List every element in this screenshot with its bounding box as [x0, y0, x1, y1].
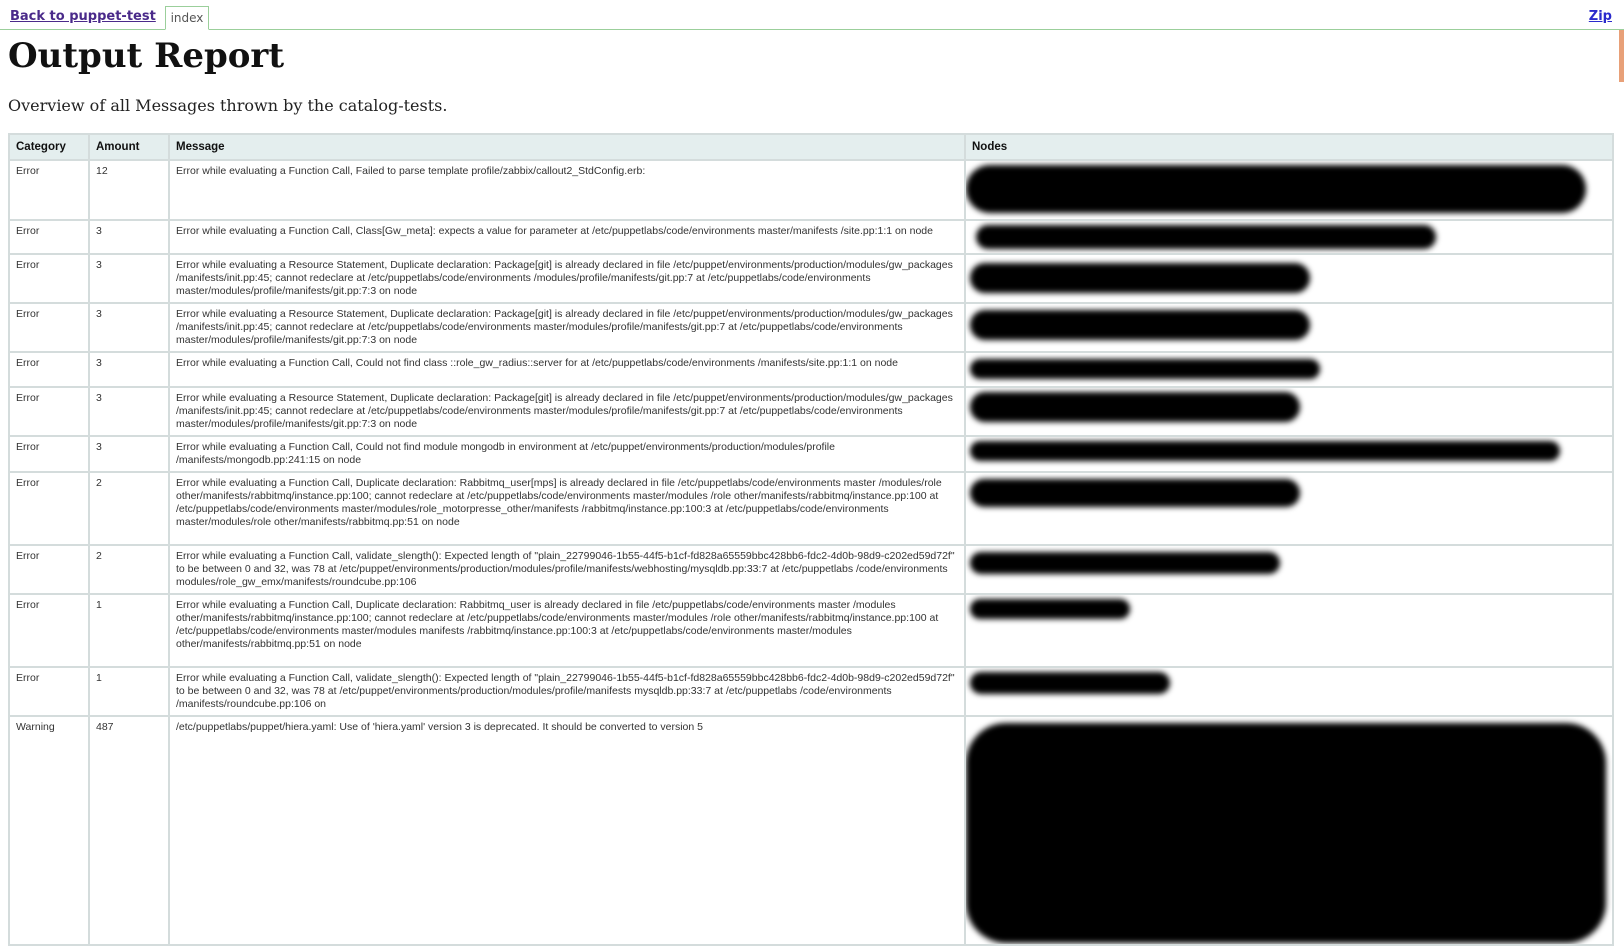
row-message: Error while evaluating a Function Call, …: [168, 666, 966, 717]
table-row: Error 3 Error while evaluating a Functio…: [8, 435, 1614, 473]
row-nodes: [964, 253, 1614, 304]
header-category: Category: [8, 133, 90, 161]
table-row: Warning 487 /etc/puppetlabs/puppet/hiera…: [8, 715, 1614, 946]
row-message: Error while evaluating a Function Call, …: [168, 593, 966, 668]
row-amount: 487: [88, 715, 170, 946]
row-amount: 3: [88, 386, 170, 437]
row-category: Error: [8, 544, 90, 595]
row-nodes: [964, 471, 1614, 546]
row-message: Error while evaluating a Function Call, …: [168, 159, 966, 221]
redaction-mark: [970, 672, 1170, 694]
table-row: Error 3 Error while evaluating a Resourc…: [8, 386, 1614, 437]
row-nodes: [964, 219, 1614, 255]
row-message: /etc/puppetlabs/puppet/hiera.yaml: Use o…: [168, 715, 966, 946]
table-row: Error 2 Error while evaluating a Functio…: [8, 544, 1614, 595]
table-row: Error 2 Error while evaluating a Functio…: [8, 471, 1614, 546]
row-nodes: [964, 302, 1614, 353]
row-category: Error: [8, 593, 90, 668]
row-nodes: [964, 715, 1614, 946]
redaction-mark: [970, 479, 1300, 507]
row-amount: 3: [88, 351, 170, 388]
row-message: Error while evaluating a Function Call, …: [168, 471, 966, 546]
row-amount: 12: [88, 159, 170, 221]
redaction-mark: [970, 310, 1310, 340]
row-message: Error while evaluating a Function Call, …: [168, 351, 966, 388]
top-nav-bar: Back to puppet-test index Zip: [0, 0, 1624, 30]
header-amount: Amount: [88, 133, 170, 161]
row-category: Error: [8, 666, 90, 717]
row-category: Error: [8, 219, 90, 255]
row-amount: 3: [88, 435, 170, 473]
redaction-mark: [976, 225, 1436, 249]
row-amount: 3: [88, 219, 170, 255]
row-nodes: [964, 386, 1614, 437]
redaction-mark: [967, 723, 1606, 943]
redaction-mark: [970, 392, 1300, 422]
row-nodes: [964, 666, 1614, 717]
row-nodes: [964, 159, 1614, 221]
redaction-mark: [970, 599, 1130, 619]
row-message: Error while evaluating a Function Call, …: [168, 544, 966, 595]
scrollbar-thumb[interactable]: [1619, 30, 1624, 82]
redaction-mark: [970, 552, 1280, 574]
row-amount: 1: [88, 666, 170, 717]
table-row: Error 1 Error while evaluating a Functio…: [8, 666, 1614, 717]
header-message: Message: [168, 133, 966, 161]
row-category: Error: [8, 351, 90, 388]
header-nodes: Nodes: [964, 133, 1614, 161]
page-title: Output Report: [8, 36, 285, 76]
row-amount: 2: [88, 471, 170, 546]
row-category: Error: [8, 302, 90, 353]
row-amount: 2: [88, 544, 170, 595]
row-message: Error while evaluating a Function Call, …: [168, 435, 966, 473]
row-category: Error: [8, 471, 90, 546]
row-amount: 1: [88, 593, 170, 668]
row-nodes: [964, 351, 1614, 388]
redaction-mark: [970, 441, 1560, 461]
table-row: Error 3 Error while evaluating a Functio…: [8, 219, 1614, 255]
row-message: Error while evaluating a Resource Statem…: [168, 386, 966, 437]
row-amount: 3: [88, 253, 170, 304]
table-row: Error 3 Error while evaluating a Resourc…: [8, 302, 1614, 353]
row-nodes: [964, 435, 1614, 473]
table-header-row: Category Amount Message Nodes: [8, 133, 1614, 161]
zip-link[interactable]: Zip: [1589, 9, 1612, 24]
row-category: Error: [8, 253, 90, 304]
row-category: Error: [8, 386, 90, 437]
table-row: Error 12 Error while evaluating a Functi…: [8, 159, 1614, 221]
row-category: Error: [8, 435, 90, 473]
redaction-mark: [970, 263, 1310, 293]
row-nodes: [964, 544, 1614, 595]
page-subtitle: Overview of all Messages thrown by the c…: [8, 96, 448, 115]
redaction-mark: [970, 359, 1320, 379]
row-category: Warning: [8, 715, 90, 946]
back-link[interactable]: Back to puppet-test: [10, 9, 156, 24]
redaction-mark: [967, 165, 1586, 213]
row-message: Error while evaluating a Function Call, …: [168, 219, 966, 255]
table-row: Error 1 Error while evaluating a Functio…: [8, 593, 1614, 668]
row-message: Error while evaluating a Resource Statem…: [168, 302, 966, 353]
table-row: Error 3 Error while evaluating a Functio…: [8, 351, 1614, 388]
report-table: Category Amount Message Nodes Error 12 E…: [8, 133, 1614, 946]
table-row: Error 3 Error while evaluating a Resourc…: [8, 253, 1614, 304]
row-amount: 3: [88, 302, 170, 353]
row-message: Error while evaluating a Resource Statem…: [168, 253, 966, 304]
row-nodes: [964, 593, 1614, 668]
row-category: Error: [8, 159, 90, 221]
tab-index[interactable]: index: [165, 6, 209, 30]
